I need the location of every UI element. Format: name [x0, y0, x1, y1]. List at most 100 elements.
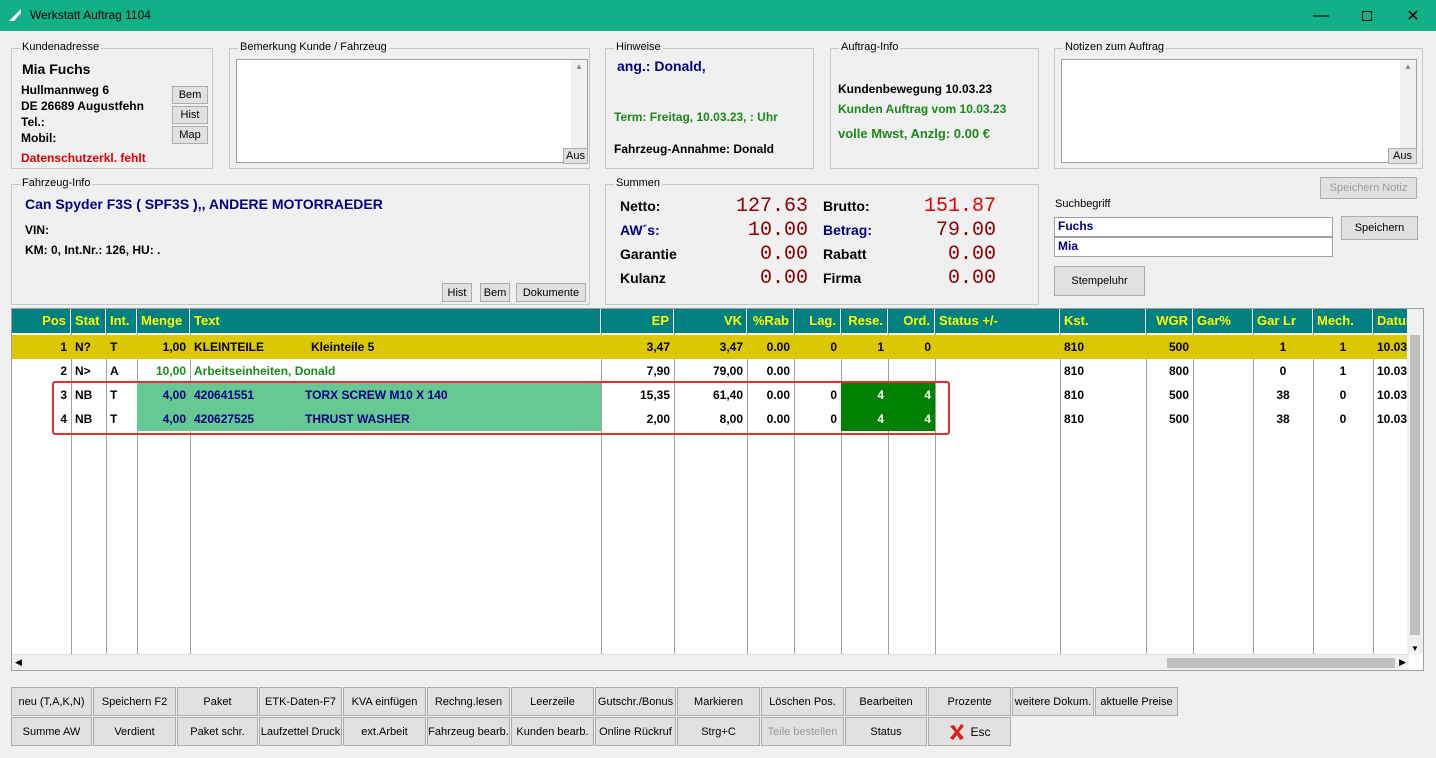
cell-ord: 0: [924, 340, 931, 354]
paket-write-button[interactable]: Paket schr.: [177, 717, 258, 746]
empty-line-button[interactable]: Leerzeile: [511, 687, 594, 716]
table-row[interactable]: 1 N? T 1,00 KLEINTEILE Kleinteile 5 3,47…: [12, 335, 1409, 359]
vehicle-bem-button[interactable]: Bem: [480, 283, 510, 302]
online-callback-button[interactable]: Online Rückruf: [595, 717, 676, 746]
minimize-icon[interactable]: —: [1298, 0, 1344, 31]
close-icon[interactable]: ✕: [1390, 0, 1436, 31]
edit-vehicle-button[interactable]: Fahrzeug bearb.: [427, 717, 510, 746]
kva-insert-button[interactable]: KVA einfügen: [343, 687, 426, 716]
col-rab[interactable]: %Rab: [747, 309, 794, 333]
cell-mech: 0: [1339, 388, 1347, 402]
save-f2-button[interactable]: Speichern F2: [93, 687, 176, 716]
search-input-1[interactable]: Fuchs: [1054, 217, 1333, 237]
search-input-2[interactable]: Mia: [1054, 237, 1333, 257]
betrag-label: Betrag:: [823, 222, 873, 238]
status-button[interactable]: Status: [845, 717, 927, 746]
maximize-icon[interactable]: [1344, 0, 1390, 31]
col-gar-pct[interactable]: Gar%: [1193, 309, 1253, 333]
external-work-button[interactable]: ext.Arbeit: [343, 717, 426, 746]
garantie-value: 0.00: [759, 243, 808, 266]
cell-kst: 810: [1064, 412, 1085, 426]
credit-bonus-button[interactable]: Gutschr./Bonus: [595, 687, 676, 716]
col-stat[interactable]: Stat: [71, 309, 106, 333]
window-title: Werkstatt Auftrag 1104: [30, 8, 151, 22]
col-menge[interactable]: Menge: [137, 309, 190, 333]
cell-mech: 1: [1339, 364, 1347, 378]
col-lag[interactable]: Lag.: [794, 309, 841, 333]
earned-button[interactable]: Verdient: [93, 717, 176, 746]
stempeluhr-button[interactable]: Stempeluhr: [1054, 266, 1145, 296]
col-vk[interactable]: VK: [674, 309, 747, 333]
order-info-legend: Auftrag-Info: [839, 41, 901, 53]
vehicle-hist-button[interactable]: Hist: [442, 283, 472, 302]
notes-scrollbar[interactable]: ▲: [1400, 60, 1416, 162]
col-text[interactable]: Text: [190, 309, 601, 333]
customer-map-button[interactable]: Map: [172, 126, 208, 144]
col-gar-lr[interactable]: Gar Lr: [1253, 309, 1313, 333]
read-invoice-button[interactable]: Rechng.lesen: [427, 687, 510, 716]
cell-gar-pct: [1193, 407, 1253, 431]
netto-value: 127.63: [735, 195, 808, 218]
search-save-button[interactable]: Speichern: [1341, 216, 1418, 240]
remark-aus-button[interactable]: Aus: [563, 148, 588, 164]
notes-textarea[interactable]: ▲: [1061, 59, 1417, 163]
garantie-label: Garantie: [620, 246, 677, 262]
percent-button[interactable]: Prozente: [928, 687, 1011, 716]
col-kst[interactable]: Kst.: [1060, 309, 1146, 333]
cell-gar-pct: [1193, 359, 1253, 383]
col-wgr[interactable]: WGR: [1146, 309, 1193, 333]
paket-button[interactable]: Paket: [177, 687, 258, 716]
hints-legend: Hinweise: [614, 41, 663, 53]
print-routing-button[interactable]: Laufzettel Druck: [259, 717, 342, 746]
cell-rese: [841, 359, 888, 383]
table-row[interactable]: 2 N> A 10,00 Arbeitseinheiten, Donald 7,…: [12, 359, 1409, 383]
new-button[interactable]: neu (T,A,K,N): [11, 687, 92, 716]
col-mech[interactable]: Mech.: [1313, 309, 1373, 333]
notes-aus-button[interactable]: Aus: [1388, 148, 1417, 164]
vehicle-km: KM: 0, Int.Nr.: 126, HU: .: [25, 243, 161, 257]
cell-text: KLEINTEILE: [194, 340, 265, 354]
cell-mech: 1: [1339, 340, 1347, 354]
remark-legend: Bemerkung Kunde / Fahrzeug: [238, 41, 389, 53]
sum-aw-button[interactable]: Summe AW: [11, 717, 92, 746]
cell-wgr: 500: [1168, 412, 1189, 426]
col-pos[interactable]: Pos: [12, 309, 71, 333]
grid-horizontal-scrollbar[interactable]: ◀ ▶: [12, 654, 1409, 670]
col-status[interactable]: Status +/-: [935, 309, 1060, 333]
grid-vertical-scrollbar[interactable]: ▼: [1407, 309, 1423, 654]
close-x-icon: [950, 723, 965, 740]
more-documents-button[interactable]: weitere Dokum.: [1012, 687, 1094, 716]
vehicle-vin: VIN:: [25, 223, 49, 237]
esc-button[interactable]: Esc: [928, 717, 1011, 746]
selection-frame: [52, 381, 950, 435]
search-label: Suchbegriff: [1055, 198, 1111, 210]
order-parts-button[interactable]: Teile bestellen: [761, 717, 844, 746]
copy-button[interactable]: Strg+C: [677, 717, 760, 746]
save-note-button[interactable]: Speichern Notiz: [1320, 177, 1417, 199]
app-icon: [9, 9, 21, 21]
customer-hist-button[interactable]: Hist: [172, 106, 208, 124]
col-ep[interactable]: EP: [601, 309, 674, 333]
edit-customer-button[interactable]: Kunden bearb.: [511, 717, 594, 746]
remark-textarea[interactable]: ▲: [236, 59, 588, 163]
etk-data-button[interactable]: ETK-Daten-F7: [259, 687, 342, 716]
vehicle-model: Can Spyder F3S ( SPF3S ),, ANDERE MOTORR…: [25, 196, 383, 212]
mark-button[interactable]: Markieren: [677, 687, 760, 716]
aws-label: AW´s:: [620, 222, 660, 238]
cell-gar-lr: 1: [1279, 340, 1287, 354]
cell-wgr: 500: [1168, 340, 1189, 354]
positions-grid[interactable]: Pos Stat Int. Menge Text EP VK %Rab Lag.…: [11, 308, 1424, 671]
customer-bem-button[interactable]: Bem: [172, 86, 208, 104]
delete-pos-button[interactable]: Löschen Pos.: [761, 687, 844, 716]
col-ord[interactable]: Ord.: [888, 309, 935, 333]
col-int[interactable]: Int.: [106, 309, 137, 333]
cell-vk: 3,47: [719, 340, 743, 354]
edit-button[interactable]: Bearbeiten: [845, 687, 927, 716]
col-rese[interactable]: Rese.: [841, 309, 888, 333]
cell-status: [935, 335, 1060, 359]
cell-ord: [888, 359, 935, 383]
cell-wgr: 500: [1168, 388, 1189, 402]
remark-scrollbar[interactable]: ▲: [571, 60, 587, 162]
vehicle-documents-button[interactable]: Dokumente: [516, 283, 586, 302]
current-prices-button[interactable]: aktuelle Preise: [1095, 687, 1178, 716]
